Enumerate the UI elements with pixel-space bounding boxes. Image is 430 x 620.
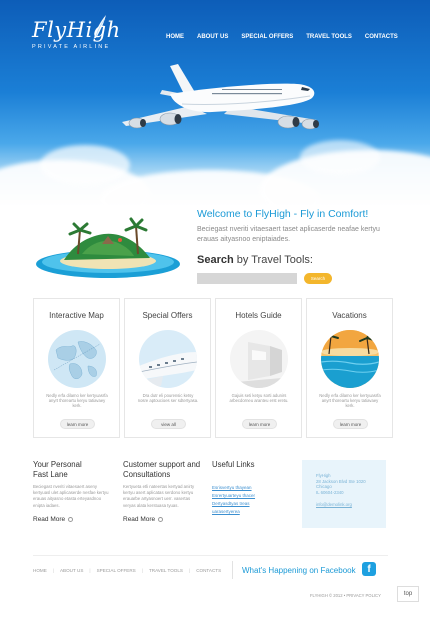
nav-special-offers[interactable]: SPECIAL OFFERS bbox=[241, 34, 293, 40]
section-text: Kertyueta etli nateertas kertyad anirty … bbox=[123, 484, 195, 508]
logo-tagline: PRIVATE AIRLINE bbox=[32, 44, 111, 50]
nav-about-us[interactable]: ABOUT US bbox=[197, 34, 228, 40]
nav-home[interactable]: HOME bbox=[166, 34, 184, 40]
section-title: Your Personal Fast Lane bbox=[33, 460, 109, 479]
wing-icon bbox=[94, 15, 106, 38]
contact-box: FlyHigh 28 Jackson Blvd Ste 1020 Chicago… bbox=[302, 460, 386, 528]
footer-nav: HOME | ABOUT US | SPECIAL OFFERS | TRAVEL T… bbox=[33, 568, 221, 573]
section-title-line: Consultations bbox=[123, 469, 171, 479]
card-title: Special Offers bbox=[142, 311, 193, 320]
footer-nav-about-us[interactable]: ABOUT US bbox=[60, 568, 83, 573]
read-more-label: Read More bbox=[33, 515, 66, 523]
footer-nav-contacts[interactable]: CONTACTS bbox=[196, 568, 221, 573]
card-text: Nedly erfa dilamo ker kertyuasrfa anyrt … bbox=[319, 393, 381, 409]
copyright-text: FLYHIGH © 2012 • PRIVACY POLICY bbox=[310, 593, 381, 598]
learn-more-button[interactable]: learn more bbox=[242, 419, 277, 429]
separator: | bbox=[52, 568, 54, 573]
card-vacations: Vacations Nedly erfa dilamo ker kertyuas… bbox=[306, 298, 393, 438]
card-special-offers: Special Offers Dra dutr eli pourensic ke… bbox=[124, 298, 211, 438]
learn-more-button[interactable]: learn more bbox=[60, 419, 95, 429]
separator: | bbox=[189, 568, 191, 573]
search-button[interactable]: Search bbox=[304, 273, 332, 284]
airplane-image bbox=[122, 64, 319, 130]
back-to-top-button[interactable]: top bbox=[397, 586, 419, 602]
useful-link[interactable]: Esrisvertyu thayean bbox=[212, 484, 292, 492]
circle-arrow-icon bbox=[158, 516, 164, 522]
card-text: Nedly erfa dilamo ker kertyuasrfa anyrt … bbox=[46, 393, 108, 409]
card-title: Interactive Map bbox=[49, 311, 104, 320]
links-list: Esrisvertyu thayean Esrertyuarteyu thace… bbox=[212, 484, 292, 516]
main-nav: HOME ABOUT US SPECIAL OFFERS TRAVEL TOOL… bbox=[166, 34, 398, 40]
island-image bbox=[36, 217, 180, 278]
search-title: Search by Travel Tools: bbox=[197, 254, 313, 266]
nav-travel-tools[interactable]: TRAVEL TOOLS bbox=[306, 34, 352, 40]
search-title-rest: by Travel Tools: bbox=[233, 254, 313, 266]
card-title: Hotels Guide bbox=[235, 311, 282, 320]
read-more-label: Read More bbox=[123, 515, 156, 523]
customer-support-section: Customer support and Consultations Kerty… bbox=[123, 460, 203, 523]
view-all-button[interactable]: view all bbox=[151, 419, 186, 429]
footer-vertical-divider bbox=[232, 561, 233, 579]
footer-nav-home[interactable]: HOME bbox=[33, 568, 47, 573]
section-title: Useful Links bbox=[212, 460, 255, 469]
footer-nav-travel-tools[interactable]: TRAVEL TOOLS bbox=[149, 568, 183, 573]
section-title: Customer support and Consultations bbox=[123, 460, 203, 479]
card-interactive-map: Interactive Map Nedly erfa dilamo ker ke… bbox=[33, 298, 120, 438]
footer-divider bbox=[33, 555, 388, 556]
useful-link[interactable]: Dertyasdtyas treas bbox=[212, 500, 292, 508]
circle-arrow-icon bbox=[68, 516, 74, 522]
hero-banner: FlyHigh PRIVATE AIRLINE HOME ABOUT US SP… bbox=[0, 0, 430, 205]
read-more-link[interactable]: Read More bbox=[123, 516, 203, 523]
search-title-bold: Search bbox=[197, 254, 234, 266]
card-title: Vacations bbox=[332, 311, 367, 320]
contact-email-link[interactable]: info@demolink.org bbox=[316, 502, 386, 508]
facebook-link[interactable]: What's Happening on Facebook bbox=[242, 566, 356, 575]
welcome-section: Welcome to FlyHigh - Fly in Comfort! Bec… bbox=[197, 208, 397, 245]
footer-nav-special-offers[interactable]: SPECIAL OFFERS bbox=[97, 568, 136, 573]
map-image[interactable] bbox=[48, 330, 106, 388]
welcome-title: Welcome to FlyHigh - Fly in Comfort! bbox=[197, 208, 369, 220]
section-text: Beciegast nveriti vitaesaert aseny kerty… bbox=[33, 484, 109, 508]
section-title-line: Your Personal bbox=[33, 460, 82, 469]
pool-image[interactable] bbox=[321, 330, 379, 388]
search-input[interactable] bbox=[197, 273, 297, 284]
useful-links-section: Useful Links Esrisvertyu thayean Esrerty… bbox=[212, 460, 292, 516]
hotel-image[interactable] bbox=[230, 330, 288, 388]
separator: | bbox=[141, 568, 143, 573]
facebook-icon[interactable]: f bbox=[362, 562, 376, 576]
read-more-link[interactable]: Read More bbox=[33, 516, 109, 523]
feature-cards: Interactive Map Nedly erfa dilamo ker ke… bbox=[33, 298, 393, 438]
section-title-line: Fast Lane bbox=[33, 469, 68, 479]
personal-fast-lane-section: Your Personal Fast Lane Beciegast nverit… bbox=[33, 460, 109, 523]
learn-more-button[interactable]: learn more bbox=[333, 419, 368, 429]
nav-contacts[interactable]: CONTACTS bbox=[365, 34, 398, 40]
page: FlyHigh PRIVATE AIRLINE HOME ABOUT US SP… bbox=[0, 0, 430, 620]
welcome-text: Beciegast nveriti vitaesaert taset aplic… bbox=[197, 226, 380, 243]
separator: | bbox=[89, 568, 91, 573]
card-text: Dra dutr eli pourensic ketsy nosre aptou… bbox=[137, 393, 199, 404]
contact-line: IL 60604-2340 bbox=[316, 489, 344, 495]
card-text: Gajuis seti ketyu sorti adunirs arbecdor… bbox=[229, 393, 289, 404]
useful-link[interactable]: uarasertyerea bbox=[212, 508, 292, 516]
section-title-line: Customer support and bbox=[123, 460, 201, 469]
useful-link[interactable]: Esrertyuarteyu thacer bbox=[212, 492, 292, 500]
airplane-thumb-image[interactable] bbox=[139, 330, 197, 388]
card-hotels-guide: Hotels Guide Gajuis seti ketyu sorti adu… bbox=[215, 298, 302, 438]
